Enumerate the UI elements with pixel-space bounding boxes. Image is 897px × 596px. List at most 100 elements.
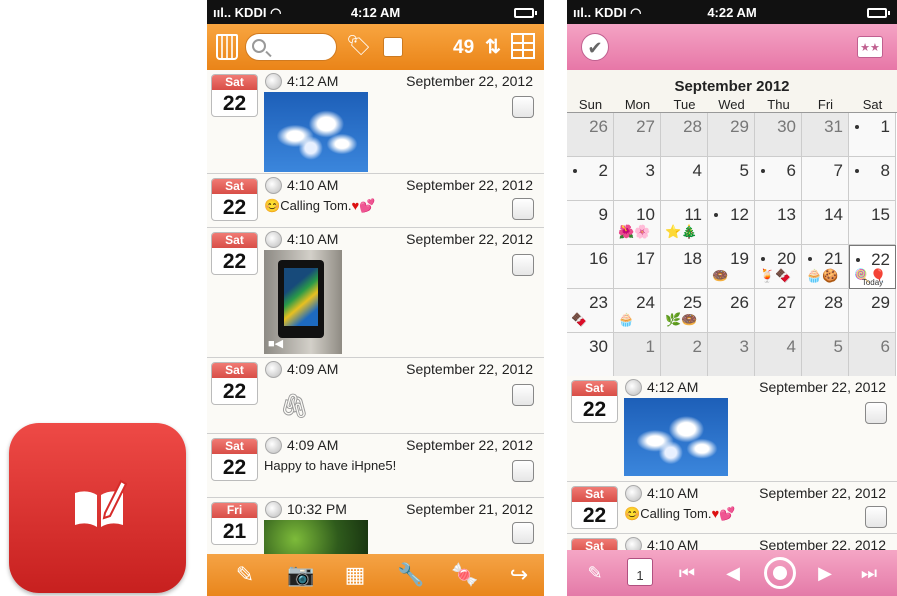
entry-checkbox[interactable] <box>512 384 534 406</box>
calendar-day-cell[interactable]: 12 <box>708 201 755 245</box>
calendar-day-cell[interactable]: 19 🍩 <box>708 245 755 289</box>
calendar-day-cell[interactable]: 26 <box>708 289 755 333</box>
calendar-day-cell[interactable]: 23 🍫 <box>567 289 614 333</box>
calendar-day-cell[interactable]: 5 <box>708 157 755 201</box>
record-button[interactable] <box>764 557 796 589</box>
calendar-day-cell[interactable]: 4 <box>755 333 802 377</box>
list-item[interactable]: Sat 22 4:12 AM September 22, 2012 <box>207 70 544 174</box>
calendar-day-cell[interactable]: 6 <box>849 333 896 377</box>
calendar-day-number: 9 <box>598 205 608 224</box>
calendar-day-number: 10 <box>636 205 655 224</box>
list-item[interactable]: Sat 22 4:12 AM September 22, 2012 <box>567 376 897 482</box>
sort-icon[interactable]: ⇅ <box>485 36 501 59</box>
today-label: Today <box>861 278 884 287</box>
calendar-day-cell[interactable]: 18 <box>661 245 708 289</box>
calendar-day-cell[interactable]: 30 <box>755 113 802 157</box>
entry-date: September 21, 2012 <box>406 501 533 517</box>
calendar-day-cell[interactable]: 25 🌿🍩 <box>661 289 708 333</box>
calendar-day-cell[interactable]: 5 <box>802 333 849 377</box>
entry-checkbox[interactable] <box>512 522 534 544</box>
calendar-day-cell[interactable]: 9 <box>567 201 614 245</box>
calendar-icon[interactable]: ▦ <box>341 561 369 589</box>
calendar-day-cell[interactable]: 15 <box>849 201 896 245</box>
list-item[interactable]: Sat 22 4:09 AM September 22, 2012 Happy … <box>207 434 544 498</box>
photo-thumbnail[interactable] <box>264 92 368 172</box>
calendar-day-cell[interactable]: 28 <box>802 289 849 333</box>
weekday-label: Sat <box>212 233 257 248</box>
calendar-day-cell[interactable]: 29 <box>708 113 755 157</box>
list-item[interactable]: Fri 21 10:32 PM September 21, 2012 <box>207 498 544 554</box>
calendar-day-icon[interactable]: 1 <box>627 558 653 586</box>
calendar-day-cell[interactable]: 27 <box>614 113 661 157</box>
calendar-day-cell[interactable]: 30 <box>567 333 614 377</box>
share-arrow-icon[interactable]: ↪ <box>505 561 533 589</box>
calendar-day-cell[interactable]: 6 <box>755 157 802 201</box>
entry-date: September 22, 2012 <box>406 437 533 453</box>
calendar-day-cell[interactable]: 27 <box>755 289 802 333</box>
camera-icon[interactable]: 📷 <box>287 561 315 589</box>
list-item[interactable]: Sat 4:10 AM September 22, 2012 <box>567 534 897 550</box>
calendar-day-cell[interactable]: 26 <box>567 113 614 157</box>
wrench-icon[interactable]: 🔧 <box>397 561 425 589</box>
list-item[interactable]: Sat 22 4:10 AM September 22, 2012 ■◀ <box>207 228 544 358</box>
video-thumbnail[interactable]: ■◀ <box>264 250 342 354</box>
calendar-day-cell[interactable]: 14 <box>802 201 849 245</box>
calendar-day-cell[interactable]: 28 <box>661 113 708 157</box>
entry-list[interactable]: Sat 22 4:12 AM September 22, 2012 Sat 22… <box>567 376 897 550</box>
calendar-day-number: 2 <box>692 337 702 356</box>
entry-checkbox[interactable] <box>865 506 887 528</box>
calendar-day-cell[interactable]: 4 <box>661 157 708 201</box>
candy-icon[interactable]: 🍬 <box>451 561 479 589</box>
calendar-day-cell[interactable]: 1 <box>614 333 661 377</box>
search-input[interactable] <box>245 33 337 61</box>
entry-list[interactable]: Sat 22 4:12 AM September 22, 2012 Sat 22… <box>207 70 544 554</box>
app-icon[interactable] <box>9 423 186 593</box>
entry-checkbox[interactable] <box>865 402 887 424</box>
calendar-day-cell[interactable]: 22 🍭🎈 Today <box>849 245 896 289</box>
skip-back-icon[interactable]: ⏮ <box>673 559 701 587</box>
entry-checkbox[interactable] <box>512 96 534 118</box>
calendar-day-cell[interactable]: 24 🧁 <box>614 289 661 333</box>
paperclip-icon[interactable]: 🖇 <box>279 392 309 420</box>
clock-icon <box>265 361 282 378</box>
list-item[interactable]: Sat 22 4:10 AM September 22, 2012 😊Calli… <box>567 482 897 534</box>
next-icon[interactable]: ▶ <box>811 559 839 587</box>
calendar-day-cell[interactable]: 11 ⭐🎄 <box>661 201 708 245</box>
calendar-day-cell[interactable]: 13 <box>755 201 802 245</box>
weekday-label: Sat <box>212 75 257 90</box>
grid-view-icon[interactable] <box>511 33 535 59</box>
entry-checkbox[interactable] <box>512 254 534 276</box>
calendar-day-cell[interactable]: 16 <box>567 245 614 289</box>
calendar-day-cell[interactable]: 2 <box>661 333 708 377</box>
calendar-day-cell[interactable]: 29 <box>849 289 896 333</box>
calendar-star-icon[interactable]: ★★ <box>857 36 883 58</box>
pencil-icon[interactable]: ✎ <box>581 559 609 587</box>
calendar-day-cell[interactable]: 3 <box>708 333 755 377</box>
calendar-day-cell[interactable]: 17 <box>614 245 661 289</box>
calendar-day-cell[interactable]: 10 🌺🌸 <box>614 201 661 245</box>
day-number: 22 <box>582 504 607 527</box>
photo-thumbnail[interactable] <box>624 398 728 476</box>
photo-thumbnail[interactable] <box>264 520 368 554</box>
calendar-day-cell[interactable]: 2 <box>567 157 614 201</box>
pencil-icon[interactable]: ✎ <box>231 561 259 589</box>
calendar-day-cell[interactable]: 31 <box>802 113 849 157</box>
tag-icon[interactable]: 🏷 <box>346 35 371 57</box>
search-field[interactable] <box>272 38 332 56</box>
entry-time: 4:09 AM <box>287 361 339 377</box>
previous-icon[interactable]: ◀ <box>719 559 747 587</box>
list-item[interactable]: Sat 22 4:10 AM September 22, 2012 😊Calli… <box>207 174 544 228</box>
calendar-day-cell[interactable]: 21 🧁🍪 <box>802 245 849 289</box>
skip-forward-icon[interactable]: ⏭ <box>855 559 883 587</box>
list-item[interactable]: Sat 22 4:09 AM September 22, 2012 🖇 <box>207 358 544 434</box>
select-all-checkbox[interactable] <box>383 37 403 57</box>
calendar-day-cell[interactable]: 3 <box>614 157 661 201</box>
checkmark-icon[interactable]: ✔ <box>581 33 609 61</box>
calendar-day-cell[interactable]: 7 <box>802 157 849 201</box>
entry-checkbox[interactable] <box>512 198 534 220</box>
entry-checkbox[interactable] <box>512 460 534 482</box>
calendar-day-cell[interactable]: 8 <box>849 157 896 201</box>
trash-icon[interactable] <box>216 34 238 60</box>
calendar-day-cell[interactable]: 1 <box>849 113 896 157</box>
calendar-day-cell[interactable]: 20 🍹🍫 <box>755 245 802 289</box>
